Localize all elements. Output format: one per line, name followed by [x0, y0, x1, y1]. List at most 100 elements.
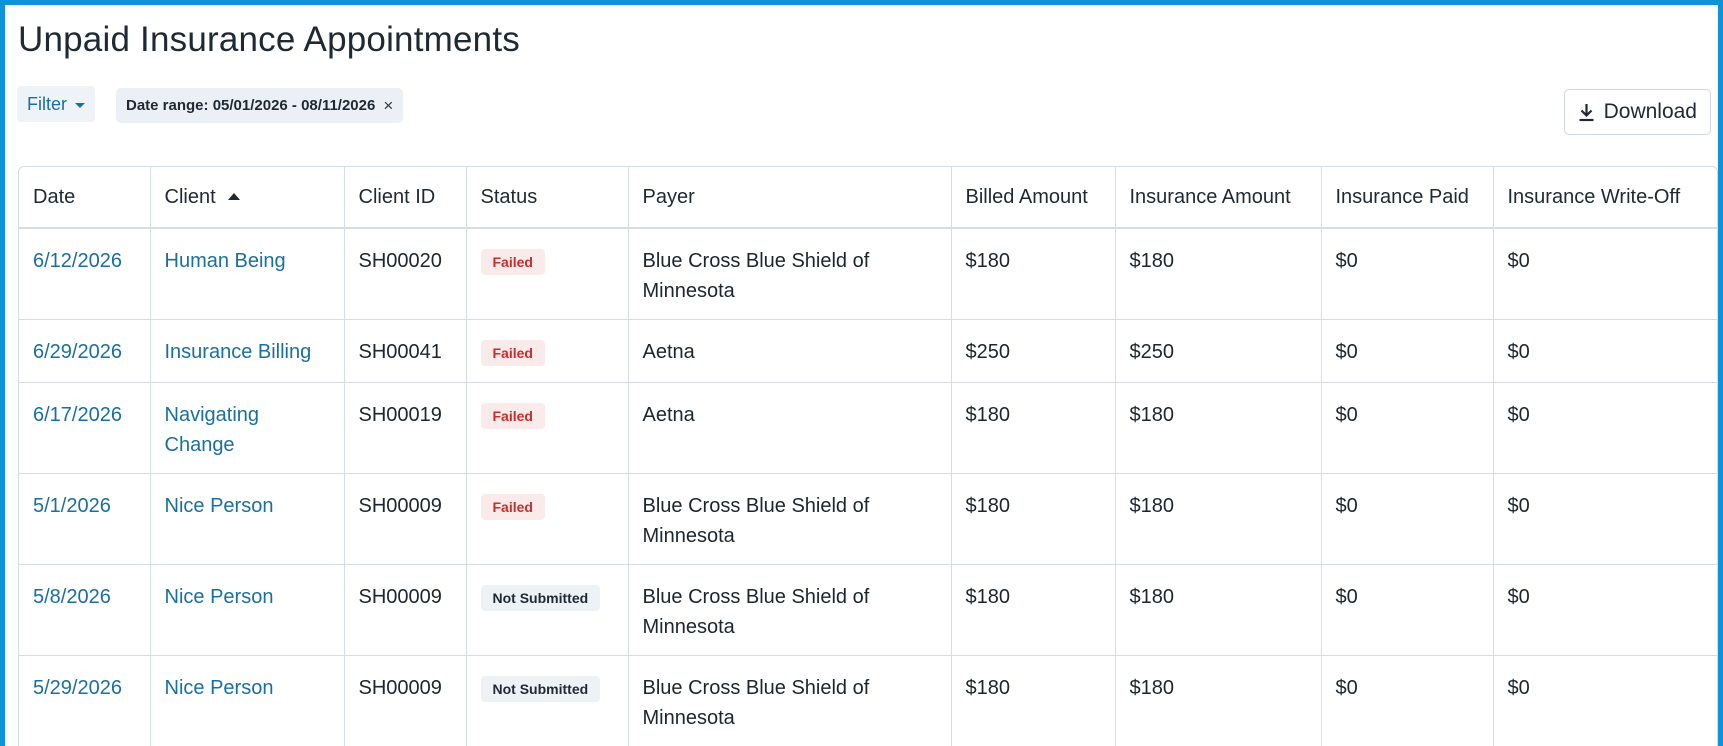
column-header-label: Insurance Paid [1335, 185, 1469, 208]
cell-client-id: SH00019 [344, 382, 467, 474]
cell-insurance-write-off: $0 [1493, 655, 1717, 746]
cell-client: Human Being [150, 228, 345, 320]
filter-label: Filter [27, 93, 67, 114]
column-header-client[interactable]: Client [150, 167, 345, 229]
cell-date: 5/8/2026 [19, 564, 151, 656]
date-range-label: Date range: 05/01/2026 - 08/11/2026 [126, 97, 376, 114]
cell-insurance-write-off: $0 [1493, 319, 1717, 383]
column-header-client-id[interactable]: Client ID [344, 167, 467, 229]
cell-billed-amount: $180 [951, 382, 1116, 474]
cell-client-id: SH00009 [344, 564, 467, 656]
cell-status: Failed [466, 382, 629, 474]
client-name-link[interactable]: Nice Person [165, 495, 274, 517]
cell-payer: Blue Cross Blue Shield of Minnesota [628, 473, 952, 565]
column-header-insurance-amount[interactable]: Insurance Amount [1115, 167, 1322, 229]
cell-insurance-amount: $180 [1115, 655, 1322, 746]
table-header-row: Date Client Client ID Status Payer Bille… [19, 167, 1717, 229]
filter-button[interactable]: Filter [17, 86, 95, 122]
status-badge: Failed [480, 339, 545, 366]
cell-insurance-amount: $180 [1115, 564, 1322, 656]
cell-client-id: SH00009 [344, 655, 467, 746]
cell-insurance-paid: $0 [1321, 655, 1494, 746]
table-row: 5/8/2026 Nice Person SH00009 Not Submitt… [19, 564, 1717, 656]
cell-insurance-write-off: $0 [1493, 382, 1717, 474]
client-name-link[interactable]: Navigating Change [165, 404, 260, 456]
client-name-link[interactable]: Insurance Billing [165, 341, 312, 363]
cell-client: Navigating Change [150, 382, 345, 474]
close-icon[interactable]: × [383, 96, 393, 116]
cell-client-id: SH00041 [344, 319, 467, 383]
cell-billed-amount: $180 [951, 473, 1116, 565]
column-header-status[interactable]: Status [466, 167, 629, 229]
table-row: 5/29/2026 Nice Person SH00009 Not Submit… [19, 655, 1717, 746]
appointment-date-link[interactable]: 5/29/2026 [33, 677, 122, 699]
cell-client: Insurance Billing [150, 319, 345, 383]
client-name-link[interactable]: Nice Person [165, 586, 274, 608]
client-name-link[interactable]: Human Being [165, 250, 286, 272]
cell-client-id: SH00009 [344, 473, 467, 565]
cell-insurance-paid: $0 [1321, 473, 1494, 565]
cell-status: Failed [466, 228, 629, 320]
cell-insurance-paid: $0 [1321, 382, 1494, 474]
download-button[interactable]: Download [1563, 89, 1711, 135]
column-header-insurance-write-off[interactable]: Insurance Write-Off [1493, 167, 1717, 229]
date-range-chip: Date range: 05/01/2026 - 08/11/2026 × [116, 88, 404, 123]
cell-date: 5/1/2026 [19, 473, 151, 565]
cell-billed-amount: $180 [951, 655, 1116, 746]
cell-date: 5/29/2026 [19, 655, 151, 746]
cell-insurance-write-off: $0 [1493, 228, 1717, 320]
appointment-date-link[interactable]: 6/29/2026 [33, 341, 122, 363]
table-row: 6/17/2026 Navigating Change SH00019 Fail… [19, 382, 1717, 474]
cell-billed-amount: $180 [951, 564, 1116, 656]
cell-client-id: SH00020 [344, 228, 467, 320]
cell-payer: Aetna [628, 319, 952, 383]
page-title: Unpaid Insurance Appointments [18, 20, 520, 59]
column-header-label: Insurance Amount [1129, 185, 1291, 208]
column-header-label: Status [480, 185, 538, 208]
chevron-down-icon [75, 102, 85, 108]
status-badge: Failed [480, 493, 545, 520]
column-header-insurance-paid[interactable]: Insurance Paid [1321, 167, 1494, 229]
cell-insurance-amount: $180 [1115, 228, 1322, 320]
column-header-billed-amount[interactable]: Billed Amount [951, 167, 1116, 229]
column-header-label: Client [164, 185, 216, 208]
appointment-date-link[interactable]: 5/8/2026 [33, 586, 111, 608]
cell-insurance-paid: $0 [1321, 319, 1494, 383]
column-header-payer[interactable]: Payer [628, 167, 952, 229]
column-header-date[interactable]: Date [19, 167, 151, 229]
appointment-date-link[interactable]: 6/12/2026 [33, 250, 122, 272]
column-header-label: Date [33, 185, 76, 208]
cell-client: Nice Person [150, 473, 345, 565]
cell-insurance-amount: $180 [1115, 382, 1322, 474]
cell-insurance-paid: $0 [1321, 228, 1494, 320]
download-icon [1578, 103, 1595, 122]
cell-client: Nice Person [150, 564, 345, 656]
app-frame: Unpaid Insurance Appointments Filter Dat… [0, 0, 1723, 746]
appointments-table: Date Client Client ID Status Payer Bille… [18, 166, 1718, 746]
cell-status: Failed [466, 319, 629, 383]
cell-payer: Aetna [628, 382, 952, 474]
status-badge: Not Submitted [480, 584, 601, 611]
client-name-link[interactable]: Nice Person [165, 677, 274, 699]
status-badge: Failed [480, 249, 545, 275]
column-header-label: Client ID [358, 185, 436, 208]
cell-payer: Blue Cross Blue Shield of Minnesota [628, 228, 952, 320]
cell-insurance-write-off: $0 [1493, 473, 1717, 565]
column-header-label: Insurance Write-Off [1507, 185, 1681, 208]
appointment-date-link[interactable]: 5/1/2026 [33, 495, 111, 517]
cell-date: 6/12/2026 [19, 228, 151, 320]
column-header-label: Billed Amount [965, 185, 1088, 208]
cell-insurance-write-off: $0 [1493, 564, 1717, 656]
cell-payer: Blue Cross Blue Shield of Minnesota [628, 655, 952, 746]
cell-date: 6/29/2026 [19, 319, 151, 383]
cell-billed-amount: $180 [951, 228, 1116, 320]
table-row: 6/29/2026 Insurance Billing SH00041 Fail… [19, 319, 1717, 383]
appointment-date-link[interactable]: 6/17/2026 [33, 404, 122, 426]
download-label: Download [1603, 100, 1697, 123]
table-row: 6/12/2026 Human Being SH00020 Failed Blu… [19, 228, 1717, 320]
cell-insurance-paid: $0 [1321, 564, 1494, 656]
cell-payer: Blue Cross Blue Shield of Minnesota [628, 564, 952, 656]
cell-date: 6/17/2026 [19, 382, 151, 474]
status-badge: Not Submitted [480, 675, 601, 702]
table-row: 5/1/2026 Nice Person SH00009 Failed Blue… [19, 473, 1717, 565]
